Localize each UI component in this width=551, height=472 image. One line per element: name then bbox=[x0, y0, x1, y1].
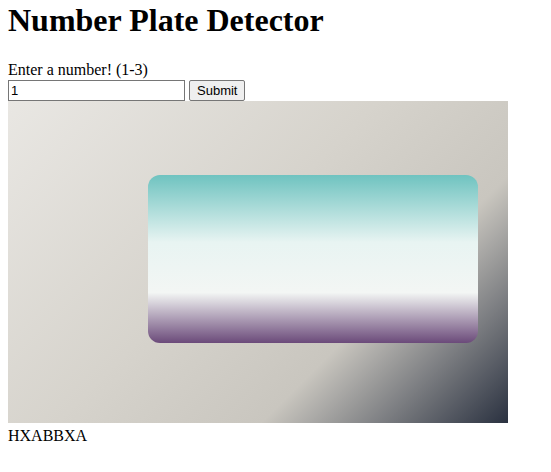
plate-shape bbox=[148, 175, 478, 343]
result-text: HXABBXA bbox=[8, 427, 87, 445]
page: Number Plate Detector Enter a number! (1… bbox=[0, 0, 551, 472]
input-row: Submit bbox=[8, 80, 245, 101]
input-label: Enter a number! (1-3) bbox=[8, 61, 148, 79]
submit-button[interactable]: Submit bbox=[189, 80, 245, 101]
camera-photo bbox=[8, 101, 508, 423]
page-title: Number Plate Detector bbox=[8, 2, 324, 39]
number-input[interactable] bbox=[8, 80, 185, 101]
